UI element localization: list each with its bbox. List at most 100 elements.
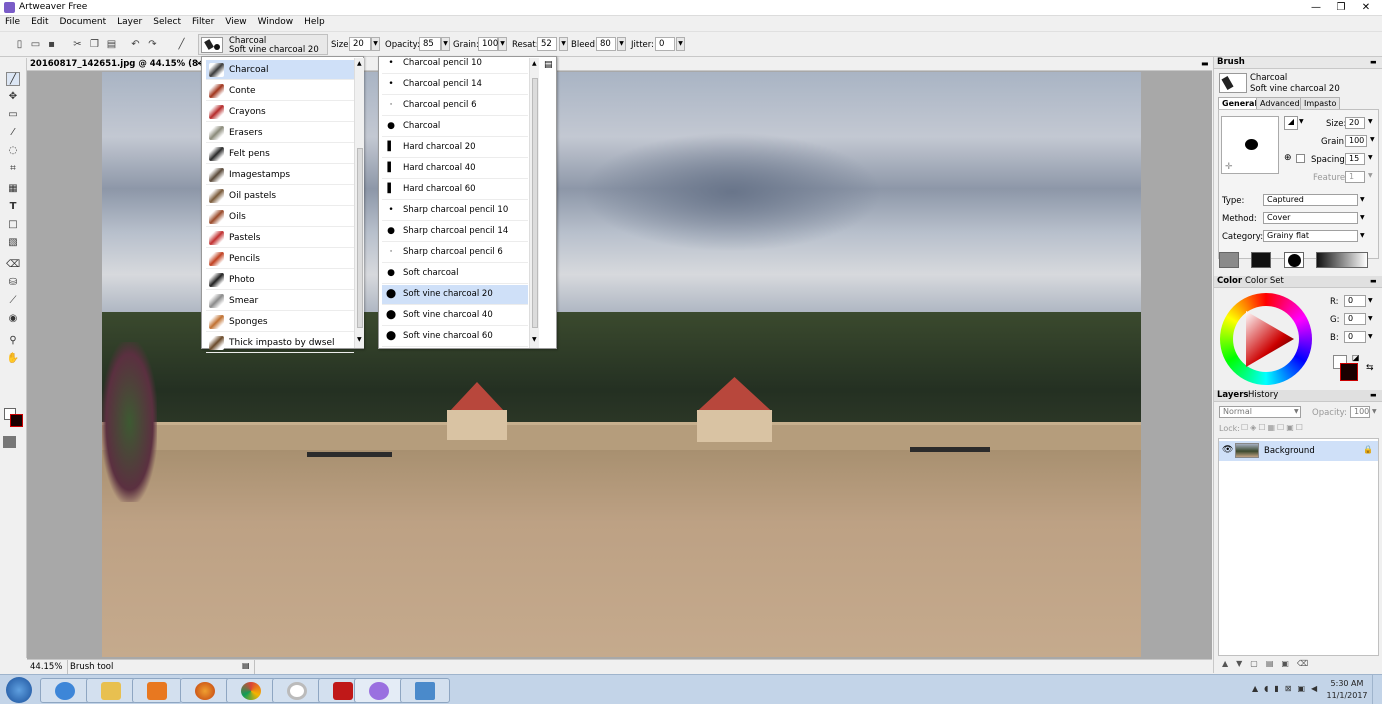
method-select[interactable]: Cover: [1263, 212, 1358, 224]
status-menu-icon[interactable]: ▤: [242, 661, 250, 670]
eraser-icon[interactable]: ⌫: [6, 258, 20, 272]
layer-opacity-field[interactable]: 100: [1350, 406, 1370, 418]
menu-layer[interactable]: Layer: [112, 16, 148, 27]
category-item[interactable]: Charcoal: [206, 60, 354, 80]
category-scrollbar[interactable]: ▲ ▼: [354, 58, 364, 348]
category-item[interactable]: Oils: [206, 207, 354, 227]
taskbar-screenshot[interactable]: [400, 678, 450, 703]
close-button[interactable]: ✕: [1358, 2, 1374, 14]
move-tool-icon[interactable]: ✥: [6, 90, 20, 104]
panel-menu-icon[interactable]: ▬: [1201, 59, 1209, 68]
panel-grain-field[interactable]: 100: [1345, 135, 1367, 147]
category-scroll-thumb[interactable]: [357, 148, 363, 328]
layer-actions-icons[interactable]: ▲▼▢▤▣⌫: [1222, 659, 1316, 668]
variant-item[interactable]: ▌ Hard charcoal 60: [382, 180, 528, 200]
brush-category-list[interactable]: Charcoal Conte Crayons Erasers Felt pens Imag…: [201, 56, 364, 353]
menu-filter[interactable]: Filter: [187, 16, 220, 27]
grain-spin-icon[interactable]: ▼: [1370, 136, 1375, 143]
eyedropper-icon[interactable]: ⟋: [6, 294, 20, 308]
new-document-icon[interactable]: ▯: [14, 39, 25, 50]
restore-button[interactable]: ❐: [1333, 2, 1349, 14]
cut-icon[interactable]: ✂: [72, 39, 83, 50]
type-select[interactable]: Captured: [1263, 194, 1358, 206]
layer-opacity-spin-icon[interactable]: ▼: [1372, 408, 1377, 415]
grain-field[interactable]: 100: [478, 37, 498, 51]
stamp-icon[interactable]: ▦: [6, 182, 20, 196]
gradient-icon[interactable]: ▧: [6, 236, 20, 250]
variant-item[interactable]: ⬤ Soft vine charcoal 40: [382, 306, 528, 326]
jitter-dropdown-icon[interactable]: ▼: [676, 37, 685, 51]
link-icon[interactable]: ⊕: [1284, 153, 1292, 163]
start-button-icon[interactable]: [6, 677, 32, 703]
spacing-spin-icon[interactable]: ▼: [1368, 154, 1373, 161]
tab-history[interactable]: History: [1248, 390, 1278, 400]
taskbar-chrome[interactable]: [226, 678, 276, 703]
variant-item[interactable]: · Charcoal pencil 6: [382, 96, 528, 116]
save-icon[interactable]: ▪: [46, 39, 57, 50]
category-item[interactable]: Imagestamps: [206, 165, 354, 185]
hand-icon[interactable]: ✋: [6, 352, 20, 366]
brush-tool-icon[interactable]: ╱: [176, 39, 187, 50]
variant-item[interactable]: • Sharp charcoal pencil 10: [382, 201, 528, 221]
variant-item[interactable]: ⬤ Soft vine charcoal 60: [382, 327, 528, 347]
tab-layers[interactable]: Layers: [1217, 390, 1248, 400]
menu-select[interactable]: Select: [148, 16, 187, 27]
menu-help[interactable]: Help: [299, 16, 331, 27]
opacity-field[interactable]: 85: [419, 37, 441, 51]
g-spin-icon[interactable]: ▼: [1368, 315, 1373, 322]
brush-variant-list[interactable]: • Charcoal pencil 10 • Charcoal pencil 14 · C…: [378, 56, 557, 349]
tab-color-set[interactable]: Color Set: [1245, 276, 1284, 286]
layers-panel-menu-icon[interactable]: ▬: [1370, 391, 1377, 399]
variant-item[interactable]: ● Soft charcoal: [382, 264, 528, 284]
show-desktop-button[interactable]: [1372, 675, 1382, 704]
scroll-up-icon[interactable]: ▲: [357, 60, 362, 67]
scroll-down-icon[interactable]: ▼: [532, 336, 537, 343]
grain-dropdown-icon[interactable]: ▼: [498, 37, 507, 51]
spacing-checkbox[interactable]: [1296, 154, 1305, 163]
jitter-field[interactable]: 0: [655, 37, 675, 51]
taskbar-media[interactable]: [132, 678, 182, 703]
color-panel-menu-icon[interactable]: ▬: [1370, 277, 1377, 285]
text-tool-icon[interactable]: T: [6, 200, 20, 214]
color-panel-foreground-swatch[interactable]: [1340, 363, 1358, 381]
blend-mode-select[interactable]: Normal: [1219, 406, 1301, 418]
rect-select-icon[interactable]: ▭: [6, 108, 20, 122]
menu-window[interactable]: Window: [253, 16, 300, 27]
category-item[interactable]: Smear: [206, 291, 354, 311]
crop-icon[interactable]: ⌗: [6, 162, 20, 176]
lock-options-icon[interactable]: ☐◈☐▦☐▣☐: [1241, 423, 1305, 432]
panel-size-field[interactable]: 20: [1345, 117, 1365, 129]
undo-icon[interactable]: ↶: [130, 39, 141, 50]
b-field[interactable]: 0: [1344, 331, 1366, 343]
color-wheel[interactable]: [1220, 293, 1312, 385]
copy-icon[interactable]: ❐: [89, 39, 100, 50]
category-item[interactable]: Sponges: [206, 312, 354, 332]
scroll-up-icon[interactable]: ▲: [532, 60, 537, 67]
paper-texture-icon[interactable]: [3, 436, 16, 448]
swap-colors-icon[interactable]: ◪: [1352, 353, 1360, 362]
category-item[interactable]: Erasers: [206, 123, 354, 143]
panel-feature-field[interactable]: 1: [1345, 171, 1365, 183]
fill-icon[interactable]: ⛁: [6, 276, 20, 290]
panel-spacing-field[interactable]: 15: [1345, 153, 1365, 165]
zoom-icon[interactable]: ⚲: [6, 334, 20, 348]
texture-swatch-icon[interactable]: [1219, 252, 1239, 268]
variant-item[interactable]: ● Charcoal: [382, 117, 528, 137]
minimize-button[interactable]: —: [1308, 2, 1324, 14]
taskbar-ie[interactable]: [40, 678, 90, 703]
tray-icons[interactable]: ▲◖▮⊠▣◀: [1252, 684, 1323, 693]
menu-view[interactable]: View: [220, 16, 252, 27]
menu-edit[interactable]: Edit: [26, 16, 54, 27]
scroll-down-icon[interactable]: ▼: [357, 336, 362, 343]
category-dropdown-icon[interactable]: ▼: [1360, 232, 1365, 239]
size-field[interactable]: 20: [349, 37, 371, 51]
brush-tool-icon[interactable]: ╱: [6, 72, 20, 86]
resat-field[interactable]: 52: [537, 37, 557, 51]
tab-color[interactable]: Color: [1217, 276, 1242, 286]
shape-swatch-icon[interactable]: [1284, 252, 1304, 268]
tray-time[interactable]: 5:30 AM: [1327, 679, 1367, 688]
variant-item[interactable]: ⬤ Soft vine charcoal 20: [382, 285, 528, 305]
tray-date[interactable]: 11/1/2017: [1325, 691, 1369, 700]
variant-item[interactable]: ▌ Hard charcoal 20: [382, 138, 528, 158]
method-dropdown-icon[interactable]: ▼: [1360, 214, 1365, 221]
